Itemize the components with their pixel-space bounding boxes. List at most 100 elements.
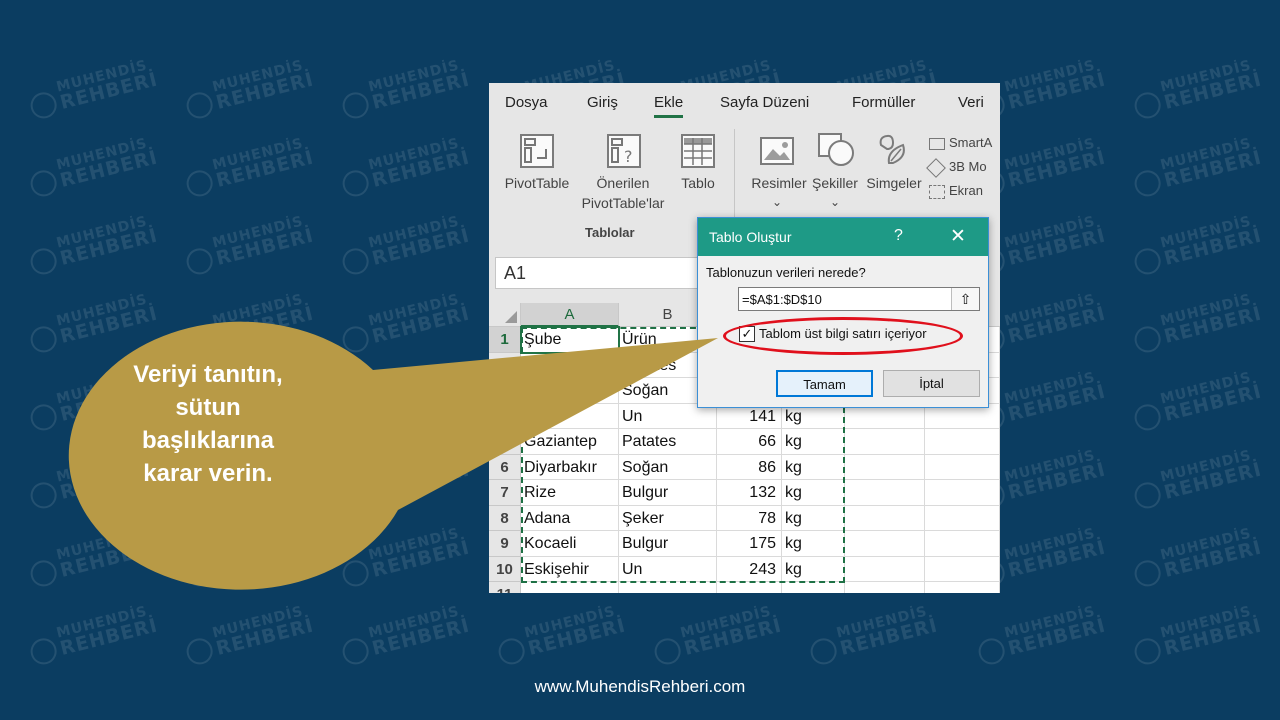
pivot-table-label[interactable]: PivotTable <box>495 173 579 193</box>
recommended-pivot-icon[interactable]: ? <box>607 134 641 168</box>
icons-label[interactable]: Simgeler <box>863 173 925 193</box>
watermark-tile: MUHENDİSREHBERİ <box>26 291 160 356</box>
row-header[interactable]: 9 <box>489 531 521 557</box>
cell-branch[interactable]: Ank <box>521 352 619 378</box>
models3d-button[interactable]: 3B Mo <box>926 155 1000 179</box>
table-label[interactable]: Tablo <box>673 173 723 193</box>
table-icon[interactable] <box>681 134 715 168</box>
row-header[interactable]: 11 <box>489 582 521 593</box>
cell-product[interactable] <box>619 582 717 593</box>
cell-quantity[interactable]: 86 <box>717 454 782 480</box>
recommended-pivot-label-1[interactable]: Önerilen <box>573 173 673 193</box>
shapes-dropdown-icon[interactable]: ⌄ <box>823 192 847 212</box>
pictures-icon[interactable] <box>759 135 795 170</box>
cancel-button[interactable]: İptal <box>883 370 980 397</box>
row-header[interactable]: 4 <box>489 403 521 429</box>
footer-url[interactable]: www.MuhendisRehberi.com <box>0 677 1280 697</box>
close-icon[interactable]: ✕ <box>950 225 966 248</box>
cell-product[interactable]: Soğan <box>619 454 717 480</box>
cell-branch[interactable]: Rize <box>521 480 619 506</box>
cell-product[interactable]: Bulgur <box>619 480 717 506</box>
watermark-logo-icon <box>1131 635 1164 668</box>
cell-branch[interactable]: Adana <box>521 505 619 531</box>
cell-product[interactable]: Bulgur <box>619 531 717 557</box>
shapes-label[interactable]: Şekiller <box>807 173 863 193</box>
row-header[interactable]: 2 <box>489 352 521 378</box>
screenshot-button[interactable]: Ekran <box>929 179 1000 203</box>
cell-empty[interactable] <box>925 556 1000 582</box>
cell-empty[interactable] <box>925 454 1000 480</box>
cell-empty[interactable] <box>845 480 925 506</box>
cell-branch[interactable]: Kocaeli <box>521 531 619 557</box>
cell-branch[interactable] <box>521 582 619 593</box>
cell-empty[interactable] <box>845 556 925 582</box>
icons-icon[interactable] <box>875 131 911 170</box>
tab-ekle[interactable]: Ekle <box>654 94 684 118</box>
tab-dosya[interactable]: Dosya <box>505 94 548 111</box>
row-header[interactable]: 10 <box>489 556 521 582</box>
ok-button[interactable]: Tamam <box>776 370 873 397</box>
cell-product[interactable]: Un <box>619 556 717 582</box>
tab-formuller[interactable]: Formüller <box>852 94 915 111</box>
cell-branch[interactable]: İstanbul <box>521 378 619 404</box>
cell-branch[interactable]: Eskişehir <box>521 556 619 582</box>
watermark-logo-icon <box>183 167 216 200</box>
pictures-dropdown-icon[interactable]: ⌄ <box>765 192 789 212</box>
shapes-icon[interactable] <box>817 131 857 170</box>
cell-empty[interactable] <box>925 531 1000 557</box>
tab-giris[interactable]: Giriş <box>587 94 618 111</box>
row-header[interactable]: 5 <box>489 429 521 455</box>
range-input[interactable]: =$A$1:$D$10 ⇧ <box>738 287 980 311</box>
help-icon[interactable]: ? <box>894 227 903 245</box>
cell-empty[interactable] <box>845 505 925 531</box>
pivot-table-icon[interactable] <box>520 134 554 168</box>
column-header-a[interactable]: A <box>521 303 619 327</box>
cell-unit[interactable]: kg <box>782 531 845 557</box>
cell-branch[interactable]: Diyarbakır <box>521 454 619 480</box>
cell-branch[interactable]: İzmir <box>521 403 619 429</box>
row-header[interactable]: 6 <box>489 454 521 480</box>
cell-unit[interactable]: kg <box>782 556 845 582</box>
cell-quantity[interactable]: 243 <box>717 556 782 582</box>
row-header[interactable]: 7 <box>489 480 521 506</box>
cell-quantity[interactable]: 66 <box>717 429 782 455</box>
collapse-dialog-icon[interactable]: ⇧ <box>951 288 979 310</box>
cell-empty[interactable] <box>925 480 1000 506</box>
cell-empty[interactable] <box>925 429 1000 455</box>
cell-product[interactable]: Şeker <box>619 505 717 531</box>
cell-unit[interactable]: kg <box>782 454 845 480</box>
cell-unit[interactable] <box>782 582 845 593</box>
tab-veri[interactable]: Veri <box>958 94 984 111</box>
ribbon-tabs: Dosya Giriş Ekle Sayfa Düzeni Formüller … <box>489 83 1000 125</box>
cube-icon <box>926 157 946 178</box>
cell-empty[interactable] <box>845 429 925 455</box>
recommended-pivot-label-2[interactable]: PivotTable'lar <box>569 193 677 213</box>
cell-quantity[interactable] <box>717 582 782 593</box>
cell-quantity[interactable]: 78 <box>717 505 782 531</box>
range-value: =$A$1:$D$10 <box>742 292 822 307</box>
cell-product[interactable]: Patates <box>619 429 717 455</box>
tab-sayfa-duzeni[interactable]: Sayfa Düzeni <box>720 94 809 111</box>
cell-unit[interactable]: kg <box>782 505 845 531</box>
row-header[interactable]: 3 <box>489 378 521 404</box>
cell-quantity[interactable]: 175 <box>717 531 782 557</box>
cell-empty[interactable] <box>925 582 1000 593</box>
cell-empty[interactable] <box>845 531 925 557</box>
smartart-button[interactable]: SmartA <box>929 131 1000 155</box>
cell-empty[interactable] <box>925 505 1000 531</box>
name-box[interactable]: A1 <box>495 257 715 289</box>
cell-unit[interactable]: kg <box>782 480 845 506</box>
cell-quantity[interactable]: 132 <box>717 480 782 506</box>
callout-line-2: sütun <box>175 394 241 421</box>
watermark-logo-icon <box>807 635 840 668</box>
watermark-logo-icon <box>495 635 528 668</box>
row-header[interactable]: 8 <box>489 505 521 531</box>
watermark-tile: MUHENDİSREHBERİ <box>650 603 784 668</box>
pictures-label[interactable]: Resimler <box>745 173 813 193</box>
cell-unit[interactable]: kg <box>782 429 845 455</box>
row-header[interactable]: 1 <box>489 327 521 353</box>
cell-empty[interactable] <box>845 582 925 593</box>
cell-empty[interactable] <box>845 454 925 480</box>
select-all-corner[interactable] <box>489 303 521 327</box>
cell-branch[interactable]: Gaziantep <box>521 429 619 455</box>
